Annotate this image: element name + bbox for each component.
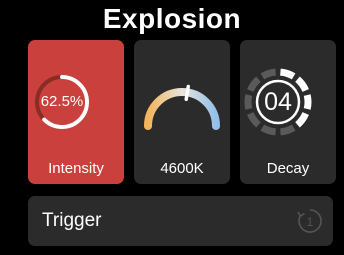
color-temperature-tile[interactable]: 4600K (134, 40, 230, 184)
trigger-button[interactable]: Trigger 1 (28, 196, 333, 246)
decay-value: 04 (264, 88, 292, 116)
decay-segment (260, 68, 277, 80)
decay-tile[interactable]: 04 Decay (240, 40, 336, 184)
intensity-label: Intensity (48, 160, 104, 177)
intensity-tile[interactable]: 62.5% Intensity (28, 40, 124, 184)
trigger-label: Trigger (42, 210, 102, 231)
intensity-value: 62.5% (40, 93, 84, 110)
decay-segment (279, 124, 296, 136)
decay-segment (279, 68, 296, 80)
reset-counter-icon[interactable]: 1 (296, 207, 324, 240)
page-title: Explosion (102, 3, 242, 34)
color-temperature-label: 4600K (160, 160, 204, 177)
decay-segment (260, 124, 277, 136)
decay-label: Decay (266, 160, 310, 177)
reset-count: 1 (307, 215, 314, 229)
